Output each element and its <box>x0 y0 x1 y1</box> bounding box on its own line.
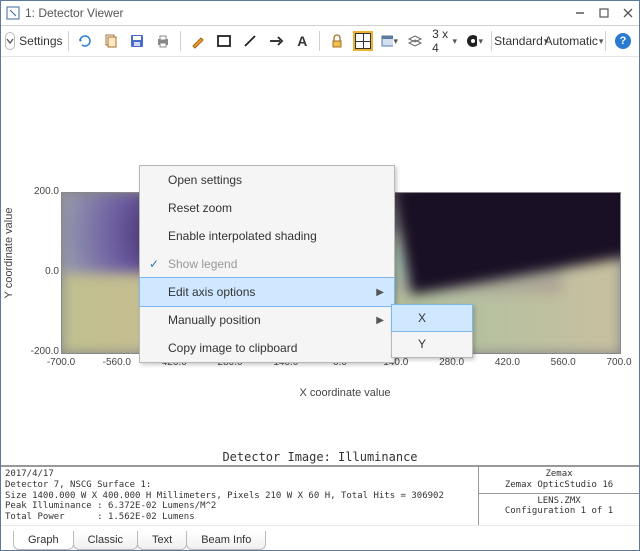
check-icon: ✓ <box>149 257 159 271</box>
tab-text[interactable]: Text <box>137 531 187 550</box>
titlebar: 1: Detector Viewer <box>1 1 639 26</box>
line-tool[interactable] <box>238 30 262 52</box>
tab-graph[interactable]: Graph <box>13 531 74 550</box>
info-right: ZemaxZemax OpticStudio 16 LENS.ZMXConfig… <box>479 467 639 525</box>
x-tick: 560.0 <box>551 357 576 368</box>
layers-button[interactable] <box>403 30 427 52</box>
info-panel: 2017/4/17 Detector 7, NSCG Surface 1: Si… <box>1 466 639 525</box>
target-button[interactable]: ▾ <box>462 30 486 52</box>
bottom-tabs: Graph Classic Text Beam Info <box>1 525 639 550</box>
submenu-arrow-icon: ▶ <box>376 287 384 298</box>
toolbar: Settings A ▾ 3 x 4▾ ▾ Standard▾ Automati… <box>1 26 639 57</box>
maximize-button[interactable] <box>597 6 611 20</box>
menu-item[interactable]: Enable interpolated shading <box>140 222 394 250</box>
pencil-tool[interactable] <box>186 30 210 52</box>
info-header: Detector Image: Illuminance <box>1 449 639 466</box>
tab-beam-info[interactable]: Beam Info <box>186 531 266 550</box>
submenu-item[interactable]: X <box>392 305 472 331</box>
combo-standard[interactable]: Standard▾ <box>497 30 546 52</box>
menu-label: Enable interpolated shading <box>168 229 394 243</box>
help-icon: ? <box>615 33 631 49</box>
menu-label: Copy image to clipboard <box>168 341 394 355</box>
rect-tool[interactable] <box>212 30 236 52</box>
print-button[interactable] <box>151 30 175 52</box>
x-tick: 280.0 <box>439 357 464 368</box>
x-tick: 420.0 <box>495 357 520 368</box>
menu-label: Open settings <box>168 173 394 187</box>
menu-item[interactable]: ✓ Show legend <box>140 250 394 278</box>
grid-icon <box>355 33 371 49</box>
menu-label: Edit axis options <box>168 285 394 299</box>
info-left: 2017/4/17 Detector 7, NSCG Surface 1: Si… <box>1 467 479 525</box>
tab-classic[interactable]: Classic <box>73 531 138 550</box>
submenu-label: X <box>418 311 472 325</box>
save-button[interactable] <box>125 30 149 52</box>
context-submenu: XY <box>391 304 473 358</box>
window-layout-button[interactable]: ▾ <box>377 30 401 52</box>
submenu-item[interactable]: Y <box>392 331 472 357</box>
window-title: 1: Detector Viewer <box>25 6 573 20</box>
context-menu: Open settings Reset zoom Enable interpolat… <box>139 165 395 363</box>
arrow-tool[interactable] <box>264 30 288 52</box>
close-button[interactable] <box>621 6 635 20</box>
menu-label: Manually position <box>168 313 394 327</box>
x-tick: -700.0 <box>47 357 75 368</box>
refresh-button[interactable] <box>73 30 97 52</box>
y-tick: 0.0 <box>25 266 59 277</box>
y-axis-label: Y coordinate value <box>3 208 15 299</box>
help-button[interactable]: ? <box>611 30 635 52</box>
lock-button[interactable] <box>325 30 349 52</box>
x-tick: 700.0 <box>606 357 631 368</box>
x-tick: -560.0 <box>103 357 131 368</box>
y-tick: -200.0 <box>25 346 59 357</box>
menu-item[interactable]: Open settings <box>140 166 394 194</box>
settings-button[interactable]: Settings <box>5 30 63 52</box>
minimize-button[interactable] <box>573 6 587 20</box>
settings-label: Settings <box>19 34 62 48</box>
y-tick: 200.0 <box>25 186 59 197</box>
grid-size-button[interactable]: 3 x 4▾ <box>429 30 460 52</box>
menu-label: Reset zoom <box>168 201 394 215</box>
submenu-label: Y <box>418 337 472 351</box>
app-icon <box>5 5 21 21</box>
text-tool[interactable]: A <box>290 30 314 52</box>
chevron-down-icon <box>5 32 15 50</box>
plot-area: Y coordinate value -200.0 0.0 200.0 -700.0… <box>1 57 639 449</box>
grid-button[interactable] <box>351 30 375 52</box>
menu-item[interactable]: Edit axis options▶ <box>140 278 394 306</box>
copy-button[interactable] <box>99 30 123 52</box>
combo-automatic[interactable]: Automatic▾ <box>548 30 601 52</box>
menu-label: Show legend <box>168 257 394 271</box>
menu-item[interactable]: Reset zoom <box>140 194 394 222</box>
menu-item[interactable]: Copy image to clipboard <box>140 334 394 362</box>
x-axis-label: X coordinate value <box>61 387 629 399</box>
menu-item[interactable]: Manually position▶ <box>140 306 394 334</box>
submenu-arrow-icon: ▶ <box>376 315 384 326</box>
